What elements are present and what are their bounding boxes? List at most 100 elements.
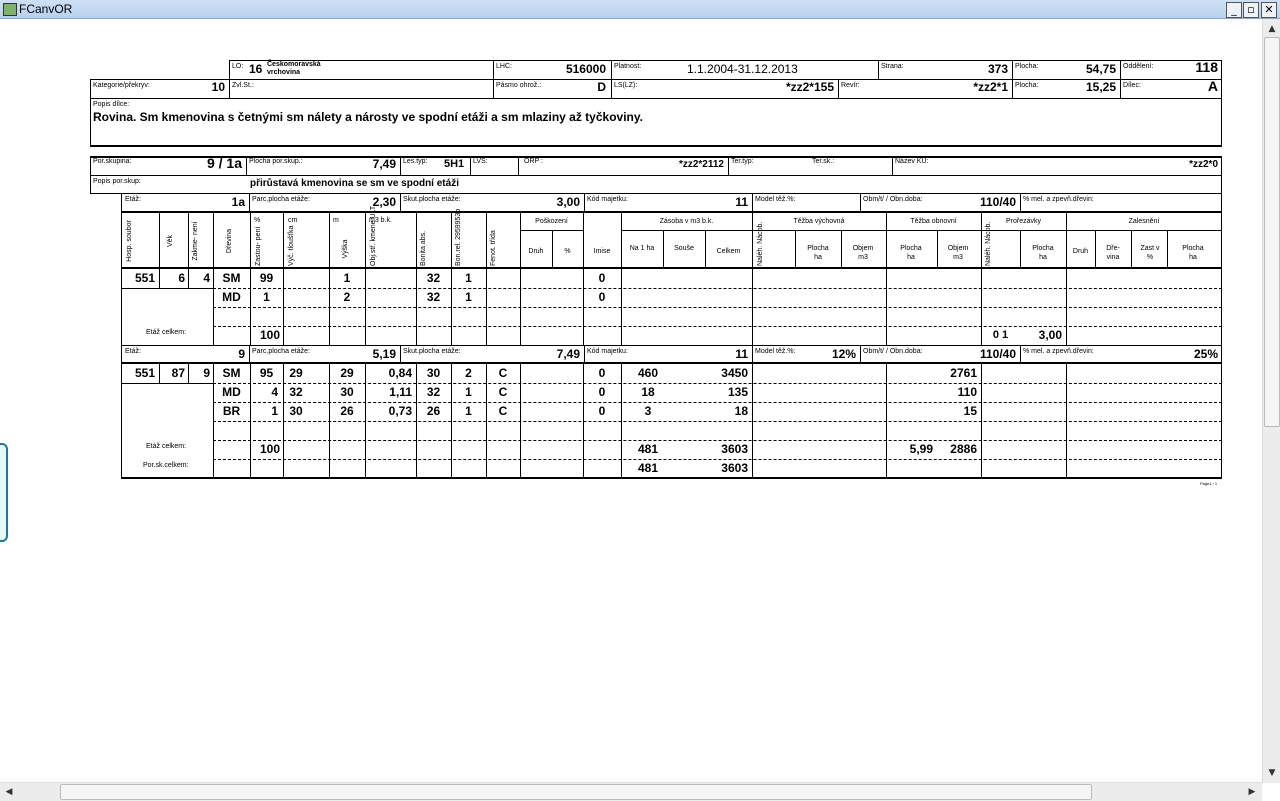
col-hosp-soubor: Hosp. soubor (126, 220, 133, 262)
unit-pct: % (254, 217, 261, 224)
minimize-button[interactable]: _ (1226, 2, 1242, 18)
etaz1-kod-value: 11 (735, 195, 748, 209)
block2-row3-bonita: 26 (426, 404, 441, 418)
horizontal-scroll-thumb[interactable] (60, 784, 1092, 800)
etaz2-skut-label: Skut.plocha etáže: (403, 348, 461, 355)
etaz2-mel-value: 25% (1193, 347, 1218, 361)
col-drevina-2: Dře- vina (1106, 245, 1120, 261)
oddeleni-value: 118 (1195, 59, 1218, 75)
block1-row1-zast: 99 (259, 271, 274, 285)
etaz1-kod-label: Kód majetku: (587, 196, 628, 203)
block2-row1-obn-objem: 2761 (950, 366, 977, 380)
col-souse: Souše (674, 245, 694, 252)
block2-row1-drevina: SM (222, 366, 241, 380)
block2-row1-celkem: 3450 (721, 366, 748, 380)
block1-row2-vyska: 2 (343, 290, 351, 304)
etaz1-obmyti-value: 110/40 (979, 195, 1016, 209)
dilec-label: Dílec: (1123, 82, 1141, 89)
block2-row1-fenotyp: C (498, 366, 508, 380)
kategorie-label: Kategorie/překryv: (93, 82, 150, 89)
col-zast: Zast v % (1140, 245, 1160, 261)
col-plocha-ha-3: Plocha ha (1032, 245, 1054, 261)
etaz1-skut-label: Skut.plocha etáže: (403, 196, 461, 203)
block2-row3-obj: 0,73 (388, 404, 412, 418)
block2-row3-obn-objem: 15 (963, 404, 977, 418)
vertical-scrollbar[interactable]: ▲ ▼ (1262, 19, 1280, 783)
platnost-value: 1.1.2004-31.12.2013 (687, 62, 798, 76)
ls-label: LS(LZ): (614, 82, 638, 89)
group-plocha-label: Plocha por.skup.: (249, 158, 303, 165)
block2-row3-bonrel: 1 (465, 404, 472, 418)
block2-vek: 87 (171, 366, 185, 380)
block1-total-label: Etáž celkem: (146, 329, 187, 336)
etaz2-model-label: Model těž.%: (755, 348, 796, 355)
block2-zakm: 9 (203, 366, 210, 380)
block2-row2-cm: 32 (289, 385, 303, 399)
etaz2-obmyti-label: Obm/t/ / Obn.doba: (863, 348, 923, 355)
block2-row3-fenotyp: C (498, 404, 508, 418)
etaz1-value: 1a (231, 195, 245, 209)
block1-vek: 6 (178, 271, 185, 285)
col-zastoupeni: Zastou- pení (255, 226, 262, 266)
block2-row2-bonrel: 1 (465, 385, 472, 399)
porsk-total-label: Por.sk.celkem: (143, 462, 189, 469)
etaz2-obmyti-value: 110/40 (979, 347, 1016, 361)
block2-row2-vyska: 30 (340, 385, 354, 399)
block2-row2-bonita: 32 (426, 385, 441, 399)
block2-row2-zast: 4 (271, 385, 278, 399)
revir-value: *zz2*1 (973, 80, 1008, 94)
col-fenotyp: Fenot. třída (490, 230, 497, 266)
side-panel-tab[interactable] (0, 443, 8, 542)
block2-total-obn-plocha: 5,99 (909, 442, 933, 456)
page-tag: Page1 / 1 (1200, 481, 1218, 486)
block2-row2-celkem: 135 (727, 385, 748, 399)
block1-row1-drevina: SM (222, 271, 241, 285)
popis-text: Rovina. Sm kmenovina s četnými sm nálety… (93, 110, 643, 124)
block2-row1-obj: 0,84 (388, 366, 412, 380)
col-druh: Druh (528, 248, 544, 255)
col-objstr: Obj.stř. kmene ULT (370, 205, 377, 266)
col-zasoba: Zásoba v m3 b.k. (659, 218, 714, 225)
col-zakmeneni: Zakme- není (192, 221, 199, 261)
scroll-right-icon[interactable]: ▶ (1244, 784, 1260, 800)
popis-label: Popis dílce: (93, 101, 130, 108)
platnost-label: Platnost: (614, 63, 642, 70)
block1-row1-vyska: 1 (343, 271, 351, 285)
block2-row1-zast: 95 (259, 366, 274, 380)
lhc-label: LHC: (496, 63, 512, 70)
porsk-label: Por.skupina: (93, 158, 132, 165)
col-drevina: Dřevina (226, 228, 233, 254)
restore-button[interactable]: ▫ (1243, 2, 1259, 18)
block2-total-label: Etáž celkem: (146, 443, 187, 450)
block1-row1-bonrel: 1 (465, 271, 472, 285)
block1-row1-imise: 0 (598, 271, 606, 285)
block2-row3-zast: 1 (271, 404, 278, 418)
col-plocha-ha-4: Plocha ha (1182, 245, 1204, 261)
kategorie-value: 10 (211, 80, 225, 94)
unit-m: m (333, 217, 339, 224)
porsk-value: 9 / 1a (206, 155, 242, 171)
block2-row2-drevina: MD (222, 385, 241, 399)
lestyp-label: Les.typ: (403, 158, 428, 165)
close-button[interactable]: ✕ (1261, 2, 1277, 18)
lo-number: 16 (249, 62, 263, 76)
etaz1-parc-value: 2,30 (372, 195, 396, 209)
block2-row3-na1ha: 3 (644, 404, 652, 418)
etaz1-label: Etáž: (125, 196, 141, 203)
vertical-scroll-thumb[interactable] (1264, 37, 1280, 427)
block1-row2-bonita: 32 (426, 290, 441, 304)
app-icon (3, 3, 17, 16)
etaz2-label: Etáž: (125, 348, 141, 355)
scroll-left-icon[interactable]: ◀ (1, 784, 17, 800)
orp-label: ORP : (524, 158, 543, 165)
col-tezba-vych: Těžba výchovná (793, 218, 845, 225)
etaz1-model-label: Model těž.%: (755, 196, 796, 203)
scroll-down-icon[interactable]: ▼ (1264, 765, 1280, 781)
etaz2-kod-label: Kód majetku: (587, 348, 628, 355)
oddeleni-label: Oddělení: (1123, 63, 1154, 70)
tersk-label: Ter.sk.: (812, 158, 835, 165)
horizontal-scrollbar[interactable]: ◀ ▶ (0, 782, 1262, 801)
block2-row1-bonrel: 2 (465, 366, 472, 380)
scroll-up-icon[interactable]: ▲ (1264, 21, 1280, 37)
etaz1-parc-label: Parc.plocha etáže: (252, 196, 310, 203)
